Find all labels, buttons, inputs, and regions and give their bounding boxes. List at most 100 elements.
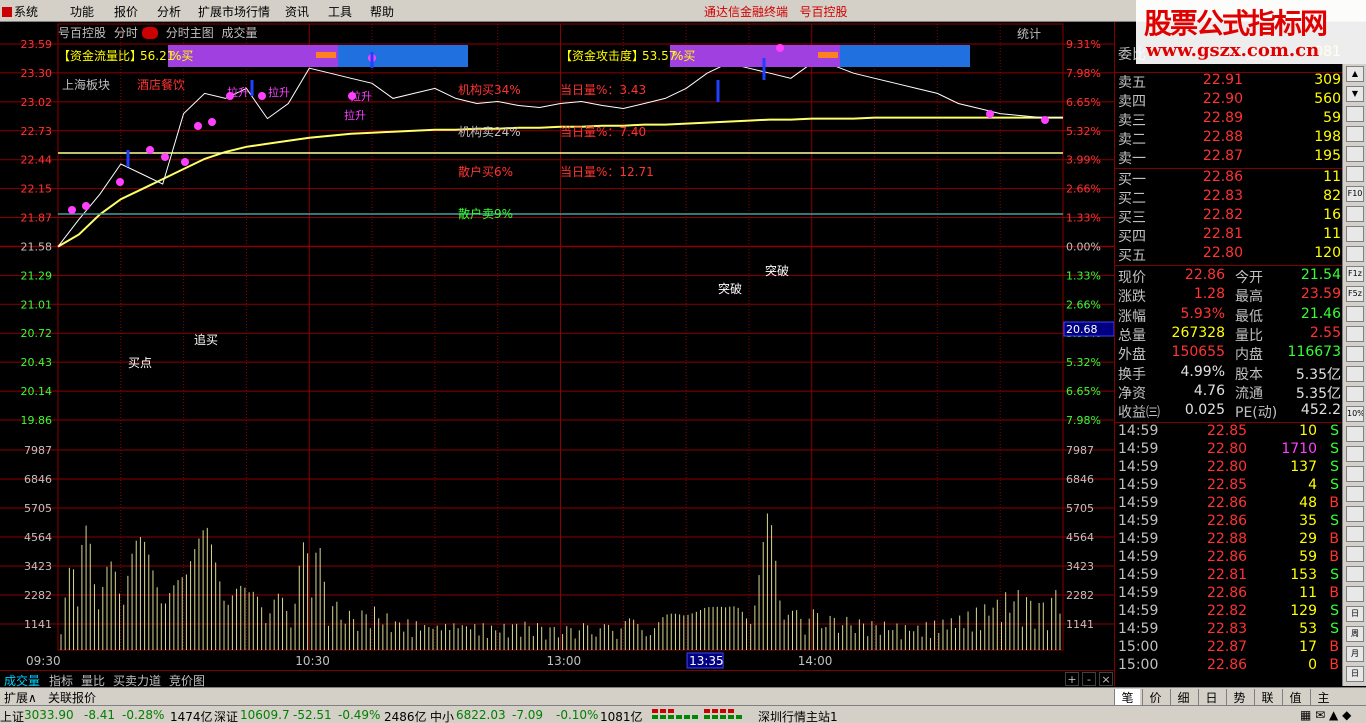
- toolbar-button[interactable]: [1346, 566, 1364, 582]
- toolbar-button[interactable]: [1346, 586, 1364, 602]
- menu-quote[interactable]: 报价: [114, 3, 138, 20]
- toolbar-button[interactable]: F10: [1346, 186, 1364, 202]
- trade-tick-row[interactable]: 14:59 22.80 137 S: [1117, 459, 1343, 477]
- toolbar-button[interactable]: [1346, 226, 1364, 242]
- toolbar-button[interactable]: [1346, 506, 1364, 522]
- toolbar-button[interactable]: ▲: [1346, 66, 1364, 82]
- trade-tick-row[interactable]: 14:59 22.85 4 S: [1117, 477, 1343, 495]
- ask-level-row[interactable]: 卖三 22.89 59: [1117, 110, 1343, 129]
- toolbar-button[interactable]: [1346, 126, 1364, 142]
- tab-auction-chart[interactable]: 竞价图: [167, 672, 207, 688]
- toolbar-button[interactable]: 周: [1346, 626, 1364, 642]
- ask-level-row[interactable]: 卖四 22.90 560: [1117, 91, 1343, 110]
- close-panel-button[interactable]: ×: [1099, 672, 1113, 686]
- price-tick-label: 23.59: [21, 38, 53, 51]
- related-quotes-tab[interactable]: 关联报价: [48, 689, 96, 706]
- menu-system[interactable]: 系统: [2, 3, 38, 20]
- trade-tick-row[interactable]: 14:59 22.88 29 B: [1117, 531, 1343, 549]
- panel-tab[interactable]: 细: [1170, 689, 1196, 706]
- tick-direction: S: [1330, 441, 1339, 457]
- indicator-label: 【资金攻击度】: [560, 48, 644, 63]
- toolbar-button[interactable]: [1346, 466, 1364, 482]
- tab-volume[interactable]: 成交量: [2, 672, 42, 688]
- stat-label-2: 流通: [1235, 385, 1263, 402]
- menu-function[interactable]: 功能: [70, 3, 94, 20]
- expand-toggle[interactable]: 扩展∧: [4, 689, 37, 706]
- toolbar-button[interactable]: [1346, 486, 1364, 502]
- toolbar-button[interactable]: [1346, 326, 1364, 342]
- tab-indicator[interactable]: 指标: [47, 672, 75, 688]
- toolbar-button[interactable]: 月: [1346, 646, 1364, 662]
- toolbar-button[interactable]: [1346, 386, 1364, 402]
- zoom-in-button[interactable]: +: [1065, 672, 1079, 686]
- toolbar-button[interactable]: [1346, 106, 1364, 122]
- toolbar-button[interactable]: 10%: [1346, 406, 1364, 422]
- trade-tick-row[interactable]: 14:59 22.82 129 S: [1117, 603, 1343, 621]
- bid-level-label: 买二: [1118, 191, 1146, 207]
- toolbar-button[interactable]: F5z: [1346, 286, 1364, 302]
- intraday-chart[interactable]: 23.59 23.30 23.02 22.73 22.44 22.15 21.87 21.58…: [0, 22, 1114, 670]
- zx-index-value[interactable]: 6822.03: [456, 708, 506, 722]
- ask-level-row[interactable]: 卖五 22.91 309: [1117, 72, 1343, 91]
- toolbar-button[interactable]: ▼: [1346, 86, 1364, 102]
- trade-tick-row[interactable]: 15:00 22.87 17 B: [1117, 639, 1343, 657]
- tab-buy-sell-force[interactable]: 买卖力道: [111, 672, 163, 688]
- toolbar-button[interactable]: [1346, 246, 1364, 262]
- toolbar-button[interactable]: 日: [1346, 666, 1364, 682]
- panel-tab[interactable]: 值: [1282, 689, 1308, 706]
- stat-row: 总量 267328 量比 2.55: [1117, 325, 1343, 344]
- toolbar-button[interactable]: [1346, 426, 1364, 442]
- ask-level-row[interactable]: 卖一 22.87 195: [1117, 148, 1343, 167]
- toolbar-button[interactable]: [1346, 546, 1364, 562]
- panel-tab[interactable]: 势: [1226, 689, 1252, 706]
- menu-help[interactable]: 帮助: [370, 3, 394, 20]
- stat-label-2: 股本: [1235, 366, 1263, 383]
- menu-news[interactable]: 资讯: [285, 3, 309, 20]
- menu-tools[interactable]: 工具: [328, 3, 352, 20]
- menu-extended-market[interactable]: 扩展市场行情: [198, 3, 270, 20]
- toolbar-button[interactable]: [1346, 206, 1364, 222]
- station-name[interactable]: 深圳行情主站1: [758, 708, 838, 723]
- toolbar-button[interactable]: [1346, 166, 1364, 182]
- menu-analysis[interactable]: 分析: [157, 3, 181, 20]
- bid-level-row[interactable]: 买三 22.82 16: [1117, 207, 1343, 226]
- trade-tick-row[interactable]: 14:59 22.85 10 S: [1117, 423, 1343, 441]
- panel-tab[interactable]: 主: [1310, 689, 1336, 706]
- toolbar-button[interactable]: [1346, 446, 1364, 462]
- sz-index-value[interactable]: 10609.7: [240, 708, 290, 722]
- tick-time: 15:00: [1118, 657, 1159, 673]
- toolbar-button[interactable]: [1346, 146, 1364, 162]
- toolbar-button[interactable]: [1346, 346, 1364, 362]
- tab-volume-ratio[interactable]: 量比: [79, 672, 107, 688]
- stat-value-2: 23.59: [1300, 286, 1341, 303]
- tick-time: 14:59: [1118, 477, 1159, 493]
- panel-tab[interactable]: 日: [1198, 689, 1224, 706]
- panel-tab[interactable]: 价: [1142, 689, 1168, 706]
- toolbar-button[interactable]: [1346, 366, 1364, 382]
- toolbar-button[interactable]: [1346, 306, 1364, 322]
- trade-tick-row[interactable]: 14:59 22.86 11 B: [1117, 585, 1343, 603]
- panel-tab[interactable]: 笔: [1114, 689, 1140, 706]
- toolbar-button[interactable]: 日: [1346, 606, 1364, 622]
- indicator-suffix: %买: [672, 49, 695, 63]
- trade-tick-row[interactable]: 14:59 22.80 1710 S: [1117, 441, 1343, 459]
- trade-tick-row[interactable]: 14:59 22.81 153 S: [1117, 567, 1343, 585]
- signal-marker: [116, 178, 124, 186]
- zoom-out-button[interactable]: -: [1082, 672, 1096, 686]
- sz-index-amount: 2486亿: [384, 710, 427, 723]
- trade-tick-row[interactable]: 14:59 22.86 59 B: [1117, 549, 1343, 567]
- toolbar-button[interactable]: [1346, 526, 1364, 542]
- panel-tab[interactable]: 联: [1254, 689, 1280, 706]
- bid-level-row[interactable]: 买二 22.83 82: [1117, 188, 1343, 207]
- trade-tick-row[interactable]: 14:59 22.83 53 S: [1117, 621, 1343, 639]
- bid-level-row[interactable]: 买四 22.81 11: [1117, 226, 1343, 245]
- toolbar-button[interactable]: F1z: [1346, 266, 1364, 282]
- bid-level-row[interactable]: 买一 22.86 11: [1117, 169, 1343, 188]
- ask-level-row[interactable]: 卖二 22.88 198: [1117, 129, 1343, 148]
- signal-marker: [776, 44, 784, 52]
- bid-level-row[interactable]: 买五 22.80 120: [1117, 245, 1343, 264]
- trade-tick-row[interactable]: 15:00 22.86 0 B: [1117, 657, 1343, 675]
- trade-tick-row[interactable]: 14:59 22.86 48 B: [1117, 495, 1343, 513]
- trade-tick-row[interactable]: 14:59 22.86 35 S: [1117, 513, 1343, 531]
- sh-index-value[interactable]: 3033.90: [24, 708, 74, 722]
